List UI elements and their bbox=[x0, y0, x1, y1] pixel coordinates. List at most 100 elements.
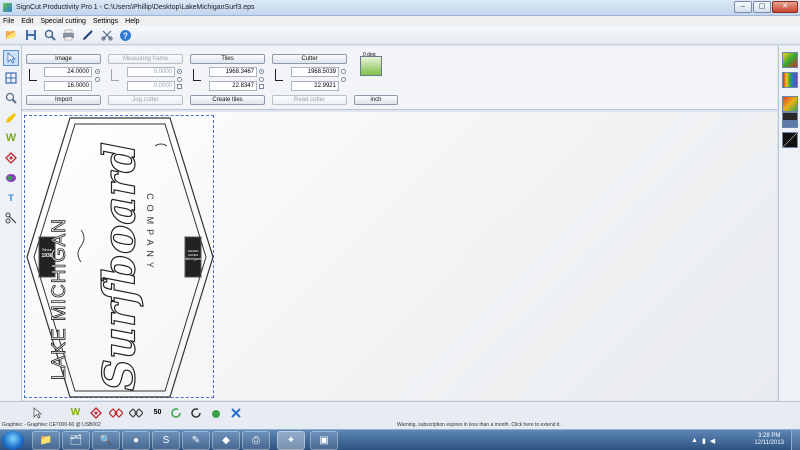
window-title: SignCut Productivity Pro 1 - C:\Users\Ph… bbox=[16, 4, 255, 11]
measuring-frame-radio-2[interactable] bbox=[177, 77, 182, 82]
left-tool-palette: W T bbox=[0, 46, 22, 401]
cutter-height-field[interactable]: 22.9921 bbox=[291, 81, 339, 91]
close-button[interactable]: ✕ bbox=[772, 1, 798, 13]
color-cube-icon[interactable] bbox=[782, 96, 798, 112]
color-layers-icon[interactable] bbox=[3, 170, 19, 186]
menu-settings[interactable]: Settings bbox=[93, 18, 118, 25]
color-fill-icon[interactable] bbox=[782, 52, 798, 68]
show-desktop-button[interactable] bbox=[791, 430, 800, 450]
pen-icon[interactable] bbox=[80, 28, 95, 42]
reg-mark-c-icon[interactable] bbox=[128, 405, 143, 420]
menu-special-cutting[interactable]: Special cutting bbox=[40, 18, 86, 25]
registration-mark-icon[interactable] bbox=[3, 150, 19, 166]
plotter-icon[interactable] bbox=[360, 56, 382, 76]
measuring-frame-height-field[interactable]: 0.0000 bbox=[127, 81, 175, 91]
image-axis-icon bbox=[26, 68, 38, 84]
jog-cutter-button[interactable]: Jog cutter bbox=[108, 95, 183, 105]
save-icon[interactable] bbox=[23, 28, 38, 42]
badge-left-line-2: 1936 bbox=[41, 253, 53, 259]
taskbar-print-icon[interactable]: ⎙ bbox=[242, 431, 270, 450]
measuring-frame-button[interactable]: Measuring frame bbox=[108, 54, 183, 64]
layer-split-icon[interactable] bbox=[782, 132, 798, 148]
cutter-width-field[interactable]: 1968.5039 bbox=[291, 67, 339, 77]
weed-tool-icon[interactable] bbox=[208, 405, 223, 420]
measuring-frame-checkbox[interactable] bbox=[177, 84, 182, 89]
start-button-icon[interactable] bbox=[2, 431, 24, 450]
taskbar-search-icon[interactable]: 🔍 bbox=[92, 431, 120, 450]
image-height-field[interactable]: 16.0000 bbox=[44, 81, 92, 91]
reg-mark-b-icon[interactable] bbox=[108, 405, 123, 420]
menu-edit[interactable]: Edit bbox=[21, 18, 33, 25]
layer-dark-icon[interactable] bbox=[782, 112, 798, 128]
status-bar: Graphtec - Graphtec CE7000-60 @ USB002 W… bbox=[0, 422, 800, 429]
taskbar-app-icon[interactable]: ◆ bbox=[212, 431, 240, 450]
taskbar-firefox-icon[interactable]: ● bbox=[122, 431, 150, 450]
offset-icon[interactable]: 50 bbox=[150, 405, 165, 420]
read-cutter-button[interactable]: Read cutter bbox=[272, 95, 347, 105]
pen-tool-icon[interactable] bbox=[3, 110, 19, 126]
measuring-frame-width-field[interactable]: 0.0000 bbox=[127, 67, 175, 77]
tiles-radio-1[interactable] bbox=[259, 69, 264, 74]
svg-text:?: ? bbox=[123, 31, 128, 40]
knife-tool-icon[interactable] bbox=[3, 210, 19, 226]
image-button[interactable]: Image bbox=[26, 54, 101, 64]
clock-date: 12/11/2013 bbox=[754, 440, 784, 446]
tray-clock[interactable]: 3:28 PM 12/11/2013 bbox=[754, 433, 784, 447]
taskbar-display-icon[interactable]: ▣ bbox=[310, 431, 338, 450]
tray-arrow-icon[interactable]: ▲ bbox=[691, 437, 698, 445]
tiles-checkbox[interactable] bbox=[259, 84, 264, 89]
select-arrow-icon[interactable] bbox=[3, 50, 19, 66]
help-icon[interactable]: ? bbox=[118, 28, 133, 42]
artwork-bounding-box[interactable]: LAKE MICHIGAN Surfboard COMPANY Since 19… bbox=[24, 115, 214, 398]
rotate-zero-icon[interactable] bbox=[188, 405, 203, 420]
minimize-button[interactable]: – bbox=[734, 1, 752, 13]
tiles-width-field[interactable]: 1968.3467 bbox=[209, 67, 257, 77]
bottom-toolbar: W 50 bbox=[0, 401, 800, 422]
subscription-warning-link[interactable]: Warning, subscription expires in less th… bbox=[397, 422, 561, 429]
badge-right-line-2: Michigan bbox=[184, 256, 201, 261]
pointer-icon[interactable] bbox=[30, 405, 45, 420]
scissors-icon[interactable] bbox=[99, 28, 114, 42]
unit-button[interactable]: inch bbox=[354, 95, 398, 105]
reg-mark-a-icon[interactable] bbox=[88, 405, 103, 420]
taskbar-files-icon[interactable]: 🗂 bbox=[62, 431, 90, 450]
image-radio-1[interactable] bbox=[95, 69, 100, 74]
main-toolbar: 📂 ? bbox=[0, 26, 800, 45]
tiles-radio-2[interactable] bbox=[259, 77, 264, 82]
taskbar-explorer-icon[interactable]: 📁 bbox=[32, 431, 60, 450]
cutter-button[interactable]: Cutter bbox=[272, 54, 347, 64]
taskbar-skype-icon[interactable]: S bbox=[152, 431, 180, 450]
cutter-radio-2[interactable] bbox=[341, 77, 346, 82]
weed-border-icon[interactable]: W bbox=[68, 405, 83, 420]
measuring-frame-radio-1[interactable] bbox=[177, 69, 182, 74]
menu-bar: File Edit Special cutting Settings Help bbox=[0, 16, 800, 26]
image-radio-2[interactable] bbox=[95, 77, 100, 82]
tiles-height-field[interactable]: 22.8347 bbox=[209, 81, 257, 91]
design-canvas[interactable]: LAKE MICHIGAN Surfboard COMPANY Since 19… bbox=[22, 112, 777, 400]
tiles-button[interactable]: Tiles bbox=[190, 54, 265, 64]
tray-network-icon[interactable]: ▮ bbox=[702, 437, 706, 445]
maximize-button[interactable]: ▢ bbox=[753, 1, 771, 13]
taskbar-pen-app-icon[interactable]: ✎ bbox=[182, 431, 210, 450]
image-width-field[interactable]: 24.0000 bbox=[44, 67, 92, 77]
menu-file[interactable]: File bbox=[3, 18, 14, 25]
logo-main-script: Surfboard bbox=[94, 142, 146, 392]
rotate-icon[interactable] bbox=[168, 405, 183, 420]
color-palette-icon[interactable] bbox=[782, 72, 798, 88]
print-icon[interactable] bbox=[61, 28, 76, 42]
menu-help[interactable]: Help bbox=[125, 18, 139, 25]
text-tool-icon[interactable]: T bbox=[3, 190, 19, 206]
weed-line-icon[interactable]: W bbox=[3, 130, 19, 146]
zoom-icon[interactable] bbox=[42, 28, 57, 42]
cross-icon[interactable] bbox=[228, 405, 243, 420]
measure-frame-icon[interactable] bbox=[3, 70, 19, 86]
app-icon bbox=[3, 3, 12, 12]
taskbar-signcut-icon[interactable]: ✦ bbox=[277, 431, 305, 450]
import-button[interactable]: Import bbox=[26, 95, 101, 105]
tray-volume-icon[interactable]: ◀ bbox=[710, 437, 715, 445]
cutter-radio-1[interactable] bbox=[341, 69, 346, 74]
create-tiles-button[interactable]: Create tiles bbox=[190, 95, 265, 105]
clock-time: 3:28 PM bbox=[758, 433, 781, 439]
zoom-tool-icon[interactable] bbox=[3, 90, 19, 106]
open-folder-icon[interactable]: 📂 bbox=[4, 28, 19, 42]
